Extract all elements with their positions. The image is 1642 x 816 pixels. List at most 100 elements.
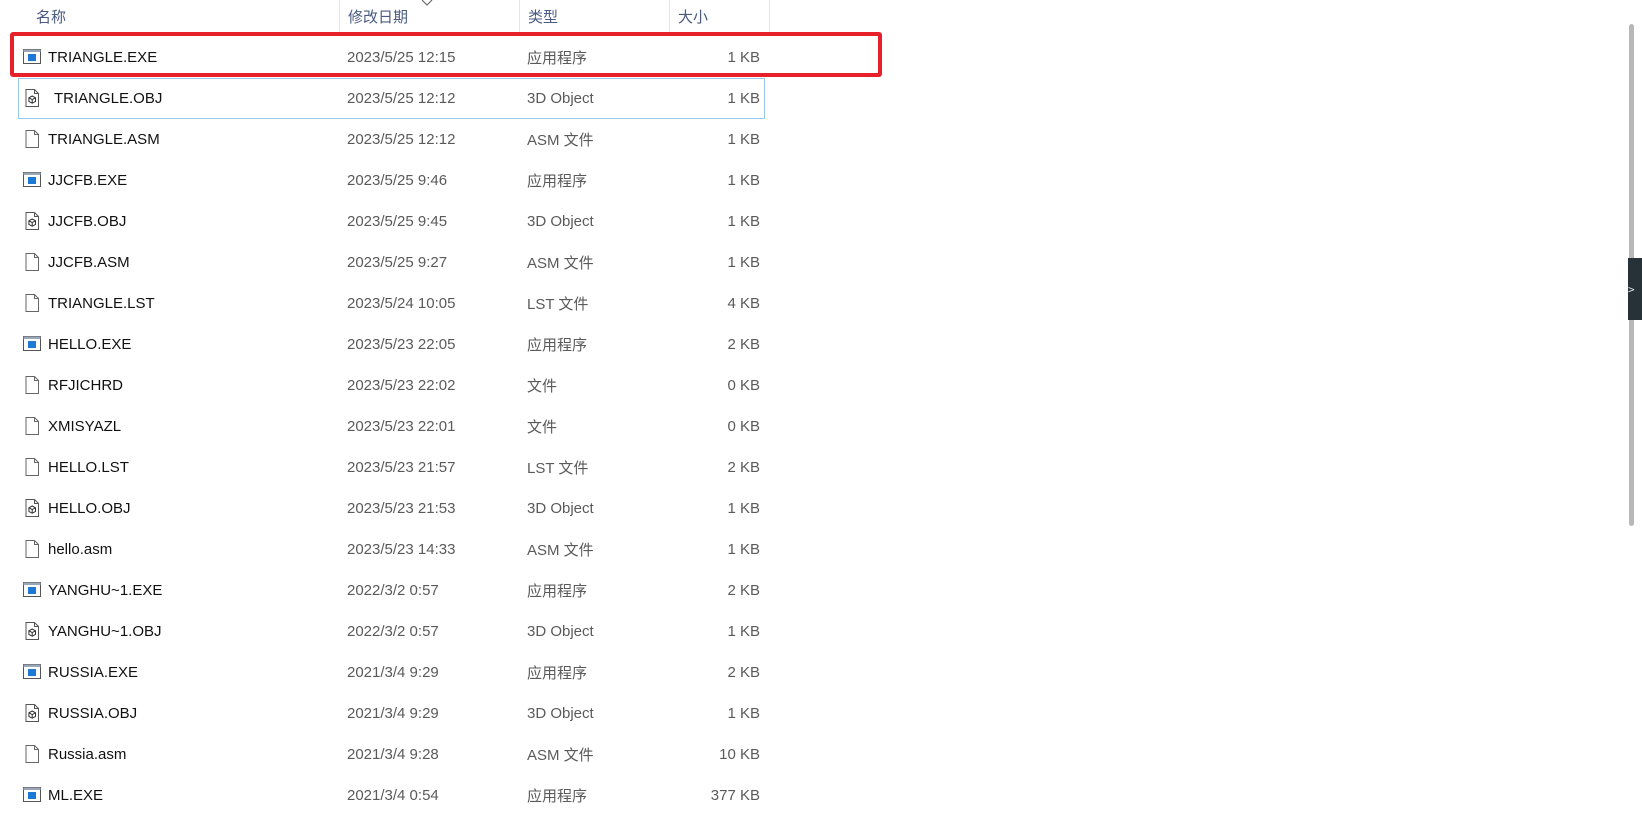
file-type: 3D Object — [527, 500, 594, 517]
file-name: RFJICHRD — [48, 377, 123, 394]
file-type: ASM 文件 — [527, 255, 594, 272]
file-name: RUSSIA.EXE — [48, 664, 139, 681]
file-type: 应用程序 — [527, 788, 588, 805]
file-type: LST 文件 — [527, 296, 589, 313]
exe-icon — [22, 47, 42, 67]
file-size: 0 KB — [727, 418, 760, 435]
file-size: 1 KB — [727, 90, 760, 107]
file-type: LST 文件 — [527, 460, 589, 477]
file-date: 2023/5/25 12:15 — [347, 49, 456, 66]
file-row[interactable]: HELLO.LST 2023/5/23 21:57 LST 文件 2 KB — [0, 447, 780, 488]
file-row[interactable]: XMISYAZL 2023/5/23 22:01 文件 0 KB — [0, 406, 780, 447]
column-header-name-label: 名称 — [36, 8, 67, 26]
file-date: 2021/3/4 9:28 — [347, 746, 439, 763]
file-date: 2021/3/4 0:54 — [347, 787, 439, 804]
file-size: 1 KB — [727, 500, 760, 517]
file-icon — [22, 416, 42, 436]
file-row[interactable]: YANGHU~1.EXE 2022/3/2 0:57 应用程序 2 KB — [0, 570, 780, 611]
file-icon — [22, 252, 42, 272]
file-date: 2023/5/25 9:27 — [347, 254, 448, 271]
file-date: 2023/5/23 21:57 — [347, 459, 456, 476]
file-row[interactable]: YANGHU~1.OBJ 2022/3/2 0:57 3D Object 1 KB — [0, 611, 780, 652]
file-date: 2021/3/4 9:29 — [347, 705, 439, 722]
file-name: TRIANGLE.ASM — [48, 131, 160, 148]
obj-icon — [22, 211, 42, 231]
file-icon — [22, 129, 42, 149]
obj-icon — [22, 88, 42, 108]
side-panel-tab[interactable]: > — [1628, 258, 1642, 320]
file-type: 3D Object — [527, 623, 594, 640]
file-row[interactable]: RUSSIA.EXE 2021/3/4 9:29 应用程序 2 KB — [0, 652, 780, 693]
file-row[interactable]: TRIANGLE.EXE 2023/5/25 12:15 应用程序 1 KB — [0, 37, 780, 78]
file-type: 3D Object — [527, 705, 594, 722]
file-size: 1 KB — [727, 131, 760, 148]
file-size: 0 KB — [727, 377, 760, 394]
file-date: 2023/5/25 9:45 — [347, 213, 448, 230]
column-header-type-label: 类型 — [528, 8, 559, 26]
file-size: 1 KB — [727, 541, 760, 558]
file-type: ASM 文件 — [527, 132, 594, 149]
file-name: TRIANGLE.EXE — [48, 49, 158, 66]
file-name: TRIANGLE.LST — [48, 295, 155, 312]
file-row[interactable]: ML.EXE 2021/3/4 0:54 应用程序 377 KB — [0, 775, 780, 816]
file-name: YANGHU~1.OBJ — [48, 623, 162, 640]
column-header-type[interactable]: 类型 — [520, 0, 670, 32]
file-size: 1 KB — [727, 705, 760, 722]
file-date: 2023/5/25 9:46 — [347, 172, 448, 189]
file-row[interactable]: HELLO.EXE 2023/5/23 22:05 应用程序 2 KB — [0, 324, 780, 365]
file-icon — [22, 539, 42, 559]
file-type: ASM 文件 — [527, 747, 594, 764]
file-size: 2 KB — [727, 336, 760, 353]
file-name: HELLO.LST — [48, 459, 129, 476]
exe-icon — [22, 785, 42, 805]
file-type: ASM 文件 — [527, 542, 594, 559]
file-row[interactable]: JJCFB.OBJ 2023/5/25 9:45 3D Object 1 KB — [0, 201, 780, 242]
file-size: 377 KB — [710, 787, 760, 804]
file-row[interactable]: TRIANGLE.LST 2023/5/24 10:05 LST 文件 4 KB — [0, 283, 780, 324]
file-type: 应用程序 — [527, 173, 588, 190]
file-date: 2023/5/23 14:33 — [347, 541, 456, 558]
file-date: 2023/5/23 22:02 — [347, 377, 456, 394]
file-name: XMISYAZL — [48, 418, 122, 435]
file-row[interactable]: hello.asm 2023/5/23 14:33 ASM 文件 1 KB — [0, 529, 780, 570]
file-name: TRIANGLE.OBJ — [54, 90, 163, 107]
file-row[interactable]: Russia.asm 2021/3/4 9:28 ASM 文件 10 KB — [0, 734, 780, 775]
file-size: 2 KB — [727, 582, 760, 599]
file-size: 2 KB — [727, 459, 760, 476]
file-date: 2023/5/24 10:05 — [347, 295, 456, 312]
file-name: JJCFB.OBJ — [48, 213, 127, 230]
file-date: 2023/5/23 21:53 — [347, 500, 456, 517]
file-name: ML.EXE — [48, 787, 104, 804]
file-date: 2023/5/23 22:01 — [347, 418, 456, 435]
file-date: 2021/3/4 9:29 — [347, 664, 439, 681]
file-name: HELLO.EXE — [48, 336, 132, 353]
file-row[interactable]: HELLO.OBJ 2023/5/23 21:53 3D Object 1 KB — [0, 488, 780, 529]
file-size: 1 KB — [727, 49, 760, 66]
file-size: 4 KB — [727, 295, 760, 312]
exe-icon — [22, 580, 42, 600]
file-date: 2023/5/23 22:05 — [347, 336, 456, 353]
file-row[interactable]: TRIANGLE.OBJ 2023/5/25 12:12 3D Object 1 KB — [18, 78, 765, 119]
file-type: 应用程序 — [527, 337, 588, 354]
exe-icon — [22, 170, 42, 190]
column-header-date[interactable]: 修改日期 — [340, 0, 520, 32]
column-header-size[interactable]: 大小 — [670, 0, 770, 32]
column-header-name[interactable]: 名称 — [0, 0, 340, 32]
file-icon — [22, 293, 42, 313]
sort-chevron-down-icon — [421, 0, 433, 6]
file-row[interactable]: JJCFB.EXE 2023/5/25 9:46 应用程序 1 KB — [0, 160, 780, 201]
file-name: HELLO.OBJ — [48, 500, 131, 517]
file-type: 3D Object — [527, 90, 594, 107]
file-size: 1 KB — [727, 254, 760, 271]
file-type: 文件 — [527, 378, 558, 395]
file-row[interactable]: JJCFB.ASM 2023/5/25 9:27 ASM 文件 1 KB — [0, 242, 780, 283]
obj-icon — [22, 621, 42, 641]
file-type: 3D Object — [527, 213, 594, 230]
file-name: hello.asm — [48, 541, 113, 558]
file-row[interactable]: RUSSIA.OBJ 2021/3/4 9:29 3D Object 1 KB — [0, 693, 780, 734]
file-row[interactable]: RFJICHRD 2023/5/23 22:02 文件 0 KB — [0, 365, 780, 406]
file-type: 应用程序 — [527, 665, 588, 682]
file-date: 2022/3/2 0:57 — [347, 623, 439, 640]
file-icon — [22, 375, 42, 395]
file-row[interactable]: TRIANGLE.ASM 2023/5/25 12:12 ASM 文件 1 KB — [0, 119, 780, 160]
